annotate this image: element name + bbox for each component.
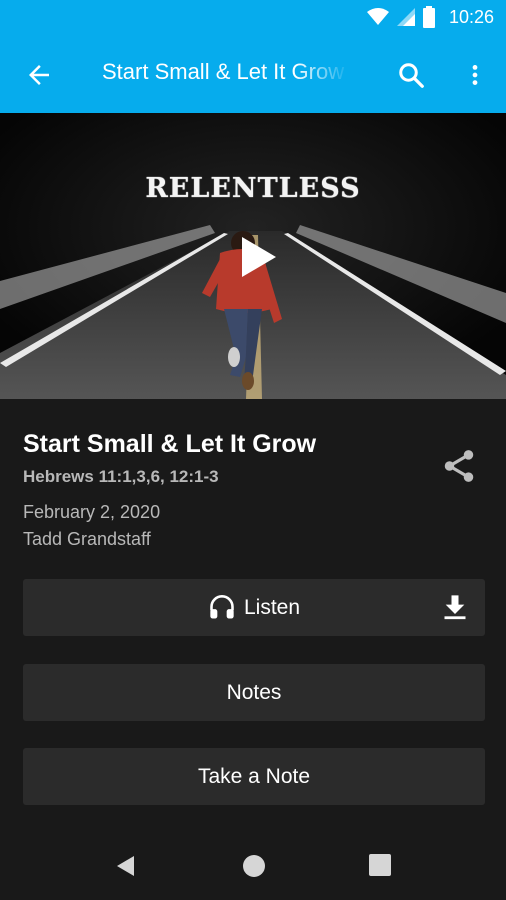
system-nav-bar [0, 832, 506, 900]
battery-icon [422, 6, 435, 28]
scripture-reference: Hebrews 11:1,3,6, 12:1-3 [23, 467, 219, 486]
nav-back-icon[interactable] [114, 854, 138, 878]
app-bar-title: Start Small & Let It Grow [102, 59, 345, 84]
app-bar: Start Small & Let It Grow [0, 36, 506, 113]
sermon-artwork[interactable]: RELENTLESS [0, 113, 506, 399]
status-bar: 10:26 [0, 0, 506, 36]
speaker-name: Tadd Grandstaff [23, 529, 151, 549]
episode-title: Start Small & Let It Grow [23, 430, 317, 458]
arrow-back-icon[interactable] [24, 60, 54, 90]
listen-button[interactable]: Listen [23, 579, 485, 636]
search-icon[interactable] [396, 60, 426, 90]
take-a-note-button[interactable]: Take a Note [23, 748, 485, 805]
download-icon[interactable] [441, 593, 469, 621]
nav-home-icon[interactable] [242, 854, 266, 878]
nav-recents-icon[interactable] [369, 854, 391, 876]
listen-label: Listen [243, 595, 301, 619]
take-a-note-label: Take a Note [197, 764, 311, 788]
signal-icon [396, 8, 415, 26]
episode-date: February 2, 2020 [23, 502, 161, 522]
more-vert-icon[interactable] [462, 60, 488, 90]
status-icons: 10:26 [366, 6, 494, 28]
wifi-icon [366, 8, 389, 25]
headphones-icon [210, 594, 234, 618]
share-icon[interactable] [440, 447, 478, 485]
play-icon[interactable] [236, 235, 280, 279]
series-title: RELENTLESS [145, 173, 361, 204]
notes-label: Notes [226, 680, 282, 704]
status-time: 10:26 [448, 6, 494, 27]
notes-button[interactable]: Notes [23, 664, 485, 721]
